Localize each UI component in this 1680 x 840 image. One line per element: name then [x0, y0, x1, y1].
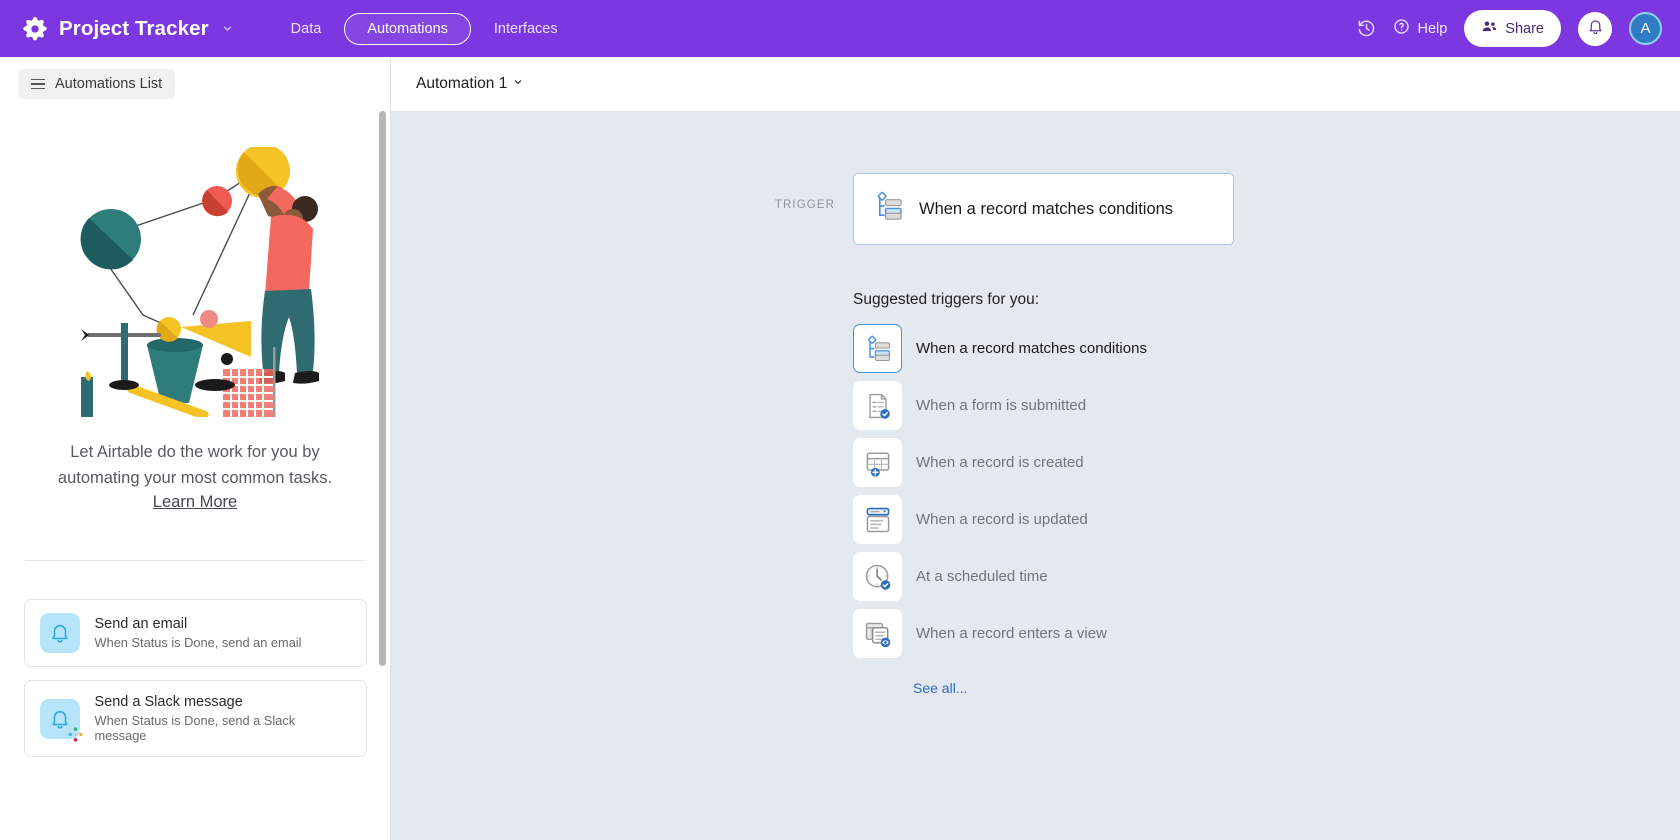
people-icon [1481, 18, 1498, 39]
sub-toolbar-right: Automation 1 [391, 57, 524, 111]
suggested-trigger-record-created[interactable]: When a record is created [853, 438, 1234, 487]
template-list: Send an email When Status is Done, send … [23, 599, 367, 757]
chevron-down-icon[interactable] [221, 22, 234, 35]
suggested-trigger-label: At a scheduled time [916, 568, 1048, 585]
learn-more-link[interactable]: Learn More [153, 493, 237, 512]
suggested-triggers-section: Suggested triggers for you: When a recor… [853, 291, 1234, 696]
app-header: Project Tracker Data Automations Interfa… [0, 0, 1680, 57]
hamburger-icon [31, 78, 45, 90]
sidebar-blurb: Let Airtable do the work for you by auto… [57, 443, 333, 487]
airtable-blocks-icon [22, 16, 48, 42]
avatar-initial: A [1640, 20, 1651, 37]
trigger-row: TRIGGER When a record matches conditions [750, 173, 1234, 245]
template-subtitle: When Status is Done, send a Slack messag… [94, 713, 296, 743]
nav-tab-data[interactable]: Data [274, 13, 339, 45]
suggested-trigger-record-updated[interactable]: When a record is updated [853, 495, 1234, 544]
record-enters-view-icon [853, 609, 902, 658]
sidebar-scrollbar-thumb[interactable] [379, 111, 386, 666]
suggested-trigger-label: When a form is submitted [916, 397, 1087, 414]
brand[interactable]: Project Tracker [22, 16, 234, 42]
trigger-section-label: TRIGGER [774, 199, 835, 211]
history-icon[interactable] [1357, 19, 1376, 38]
chevron-down-icon [512, 75, 524, 93]
automations-list-button[interactable]: Automations List [18, 69, 176, 99]
automation-flow: TRIGGER When a record matches conditions [750, 173, 1234, 696]
sidebar-divider [25, 560, 365, 561]
suggested-trigger-form-submitted[interactable]: When a form is submitted [853, 381, 1234, 430]
suggested-trigger-label: When a record matches conditions [916, 340, 1147, 357]
suggested-trigger-label: When a record is updated [916, 511, 1088, 528]
sub-toolbar-left: Automations List [0, 57, 391, 111]
nav-tab-interfaces[interactable]: Interfaces [477, 13, 575, 45]
template-texts: Send an email When Status is Done, send … [95, 616, 302, 650]
trigger-card-label: When a record matches conditions [919, 199, 1174, 218]
record-created-icon [853, 438, 902, 487]
header-actions: Help Share A [1357, 10, 1662, 47]
automation-name: Automation 1 [416, 75, 508, 92]
record-updated-icon [853, 495, 902, 544]
sub-toolbar: Automations List Automation 1 [0, 57, 1680, 111]
automation-canvas: TRIGGER When a record matches conditions [391, 111, 1680, 840]
trigger-card[interactable]: When a record matches conditions [853, 173, 1234, 245]
template-title: Send an email [94, 616, 188, 632]
page-body: Let Airtable do the work for you by auto… [0, 111, 1680, 840]
record-matches-conditions-icon [853, 324, 902, 373]
template-title: Send a Slack message [94, 694, 243, 710]
rube-goldberg-illustration [80, 147, 319, 417]
suggested-trigger-record-enters-view[interactable]: When a record enters a view [853, 609, 1234, 658]
nav-tab-automations[interactable]: Automations [344, 12, 471, 45]
form-submitted-icon [853, 381, 902, 430]
bell-icon [39, 613, 80, 653]
clock-icon [853, 552, 902, 601]
share-button[interactable]: Share [1464, 10, 1561, 47]
template-subtitle: When Status is Done, send an email [94, 635, 302, 650]
help-button[interactable]: Help [1393, 18, 1447, 39]
suggested-trigger-label: When a record is created [916, 454, 1084, 471]
bell-icon [1587, 18, 1604, 40]
automations-sidebar: Let Airtable do the work for you by auto… [0, 111, 391, 840]
slack-icon [67, 726, 83, 742]
base-name: Project Tracker [59, 16, 209, 40]
help-label: Help [1417, 20, 1448, 37]
sidebar-scrollbar[interactable] [379, 111, 386, 840]
main-nav: Data Automations Interfaces [274, 12, 575, 45]
automation-name-dropdown[interactable]: Automation 1 [416, 75, 524, 93]
suggested-triggers-list: When a record matches conditions When a … [853, 324, 1234, 658]
see-all-link[interactable]: See all... [913, 680, 1234, 696]
automations-list-label: Automations List [55, 76, 163, 92]
bell-icon [39, 698, 83, 742]
suggested-trigger-scheduled-time[interactable]: At a scheduled time [853, 552, 1234, 601]
avatar[interactable]: A [1629, 12, 1662, 45]
suggested-triggers-heading: Suggested triggers for you: [853, 291, 1040, 308]
suggested-trigger-record-matches-conditions[interactable]: When a record matches conditions [853, 324, 1234, 373]
template-card-send-email[interactable]: Send an email When Status is Done, send … [23, 599, 367, 667]
question-circle-icon [1393, 18, 1410, 39]
notifications-button[interactable] [1578, 11, 1612, 46]
share-label: Share [1505, 20, 1544, 37]
record-matches-conditions-icon [872, 190, 905, 228]
suggested-trigger-label: When a record enters a view [916, 625, 1107, 642]
template-texts: Send a Slack message When Status is Done… [95, 694, 351, 743]
template-card-send-slack[interactable]: Send a Slack message When Status is Done… [23, 680, 367, 757]
